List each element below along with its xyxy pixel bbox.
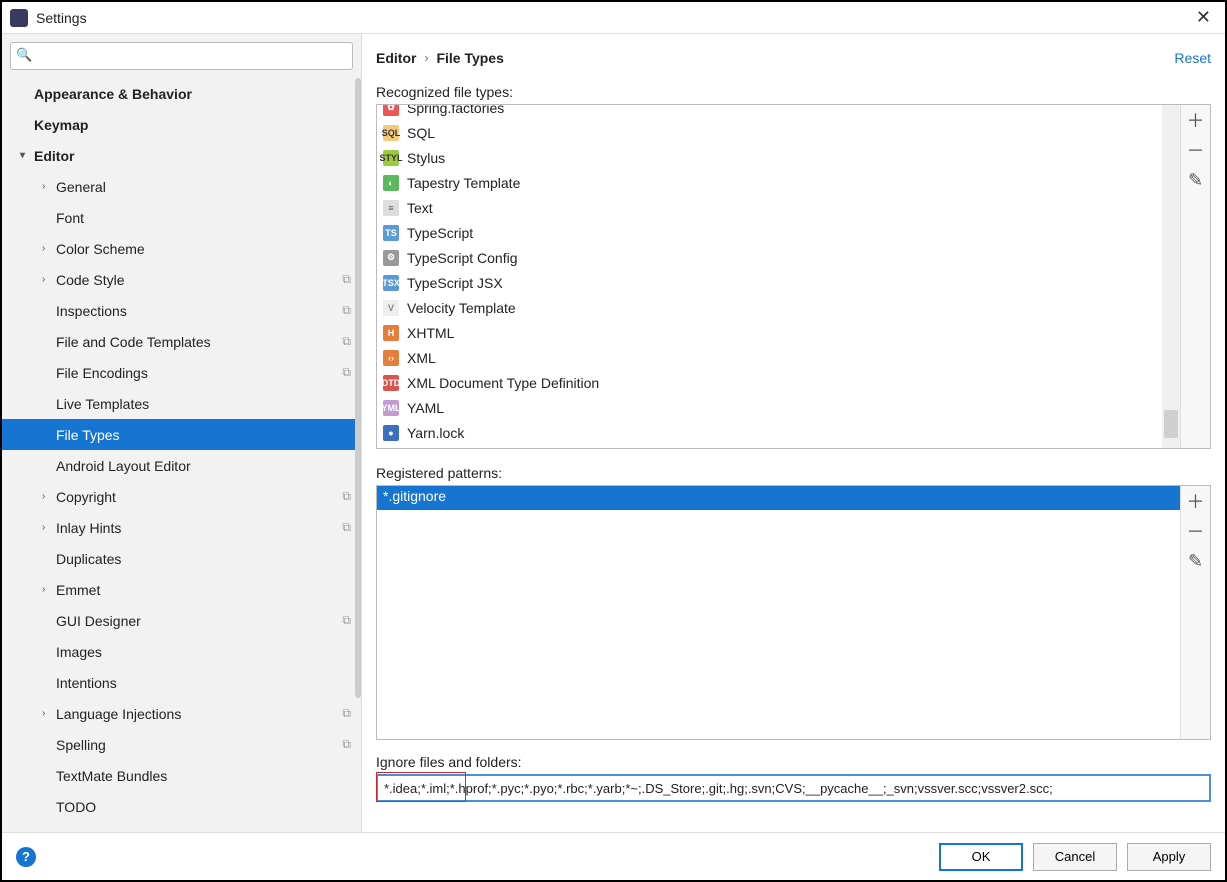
filetype-item[interactable]: SQLSQL <box>377 120 1162 145</box>
filetype-item[interactable]: ≡Text <box>377 195 1162 220</box>
sidebar-item-live-templates[interactable]: Live Templates <box>2 388 361 419</box>
breadcrumb-editor[interactable]: Editor <box>376 50 416 66</box>
scope-icon: ⧉ <box>342 613 351 628</box>
remove-pattern-button[interactable]: － <box>1184 516 1208 546</box>
sidebar-item-textmate-bundles[interactable]: TextMate Bundles <box>2 760 361 791</box>
sidebar-scrollbar[interactable] <box>355 78 361 698</box>
scope-icon: ⧉ <box>342 706 351 721</box>
sidebar-item-inspections[interactable]: Inspections⧉ <box>2 295 361 326</box>
sidebar-item-android-layout-editor[interactable]: Android Layout Editor <box>2 450 361 481</box>
sidebar-item-gui-designer[interactable]: GUI Designer⧉ <box>2 605 361 636</box>
sidebar-item-file-types[interactable]: File Types <box>2 419 361 450</box>
dialog-footer: ? OK Cancel Apply <box>2 832 1225 880</box>
ignore-label: Ignore files and folders: <box>376 754 1211 770</box>
title-bar: Settings ✕ <box>2 2 1225 34</box>
pattern-item[interactable]: *.gitignore <box>377 486 1180 510</box>
sidebar-item-emmet[interactable]: ›Emmet <box>2 574 361 605</box>
filetype-item[interactable]: DTDXML Document Type Definition <box>377 370 1162 395</box>
ignore-files-input[interactable] <box>376 774 1211 802</box>
add-filetype-button[interactable]: ＋ <box>1184 105 1208 135</box>
patterns-label: Registered patterns: <box>376 465 1211 481</box>
ok-button[interactable]: OK <box>939 843 1023 871</box>
help-icon[interactable]: ? <box>16 847 36 867</box>
sidebar-item-editor[interactable]: ▾Editor <box>2 140 361 171</box>
main-panel: Editor › File Types Reset Recognized fil… <box>362 34 1225 832</box>
sidebar-item-font[interactable]: Font <box>2 202 361 233</box>
window-title: Settings <box>36 10 87 26</box>
scope-icon: ⧉ <box>342 520 351 535</box>
filetype-item[interactable]: ◐Tapestry Template <box>377 170 1162 195</box>
sidebar-item-copyright[interactable]: ›Copyright⧉ <box>2 481 361 512</box>
scope-icon: ⧉ <box>342 272 351 287</box>
close-icon[interactable]: ✕ <box>1190 7 1217 28</box>
remove-filetype-button[interactable]: － <box>1184 135 1208 165</box>
sidebar-item-keymap[interactable]: Keymap <box>2 109 361 140</box>
scope-icon: ⧉ <box>342 303 351 318</box>
filetype-item[interactable]: ‹›XML <box>377 345 1162 370</box>
breadcrumb-filetypes: File Types <box>436 50 503 66</box>
filetype-item[interactable]: STYLStylus <box>377 145 1162 170</box>
add-pattern-button[interactable]: ＋ <box>1184 486 1208 516</box>
settings-tree[interactable]: Appearance & BehaviorKeymap▾Editor›Gener… <box>2 78 361 832</box>
chevron-right-icon: › <box>424 51 428 65</box>
breadcrumb: Editor › File Types Reset <box>376 50 1211 66</box>
sidebar-item-appearance-behavior[interactable]: Appearance & Behavior <box>2 78 361 109</box>
sidebar-item-file-encodings[interactable]: File Encodings⧉ <box>2 357 361 388</box>
filetype-item[interactable]: YMLYAML <box>377 395 1162 420</box>
sidebar-item-color-scheme[interactable]: ›Color Scheme <box>2 233 361 264</box>
edit-filetype-button[interactable]: ✎ <box>1184 165 1208 195</box>
registered-patterns-list[interactable]: *.gitignore ＋ － ✎ <box>376 485 1211 740</box>
scope-icon: ⧉ <box>342 334 351 349</box>
scope-icon: ⧉ <box>342 737 351 752</box>
filetype-item[interactable]: ⚙TypeScript Config <box>377 245 1162 270</box>
recognized-filetypes-list[interactable]: ✿Spring.factoriesSQLSQLSTYLStylus◐Tapest… <box>376 104 1211 449</box>
recognized-label: Recognized file types: <box>376 84 1211 100</box>
sidebar-item-images[interactable]: Images <box>2 636 361 667</box>
search-icon: 🔍 <box>16 47 32 63</box>
filetype-toolbar: ＋ － ✎ <box>1180 105 1210 448</box>
filetype-item[interactable]: TSTypeScript <box>377 220 1162 245</box>
sidebar-item-spelling[interactable]: Spelling⧉ <box>2 729 361 760</box>
sidebar-item-duplicates[interactable]: Duplicates <box>2 543 361 574</box>
filetype-item[interactable]: ●Yarn.lock <box>377 420 1162 445</box>
filetype-item[interactable]: HXHTML <box>377 320 1162 345</box>
list-scrollbar[interactable] <box>1162 105 1180 448</box>
filetype-item[interactable]: VVelocity Template <box>377 295 1162 320</box>
sidebar-item-inlay-hints[interactable]: ›Inlay Hints⧉ <box>2 512 361 543</box>
sidebar-item-file-and-code-templates[interactable]: File and Code Templates⧉ <box>2 326 361 357</box>
sidebar-item-todo[interactable]: TODO <box>2 791 361 822</box>
reset-link[interactable]: Reset <box>1174 50 1211 66</box>
scope-icon: ⧉ <box>342 489 351 504</box>
filetype-item[interactable]: TSXTypeScript JSX <box>377 270 1162 295</box>
app-icon <box>10 9 28 27</box>
edit-pattern-button[interactable]: ✎ <box>1184 546 1208 576</box>
search-input[interactable] <box>10 42 353 70</box>
cancel-button[interactable]: Cancel <box>1033 843 1117 871</box>
apply-button[interactable]: Apply <box>1127 843 1211 871</box>
settings-sidebar: 🔍 Appearance & BehaviorKeymap▾Editor›Gen… <box>2 34 362 832</box>
sidebar-item-intentions[interactable]: Intentions <box>2 667 361 698</box>
sidebar-item-code-style[interactable]: ›Code Style⧉ <box>2 264 361 295</box>
filetype-item[interactable]: ✿Spring.factories <box>377 105 1162 120</box>
sidebar-item-general[interactable]: ›General <box>2 171 361 202</box>
scope-icon: ⧉ <box>342 365 351 380</box>
sidebar-item-language-injections[interactable]: ›Language Injections⧉ <box>2 698 361 729</box>
pattern-toolbar: ＋ － ✎ <box>1180 486 1210 739</box>
